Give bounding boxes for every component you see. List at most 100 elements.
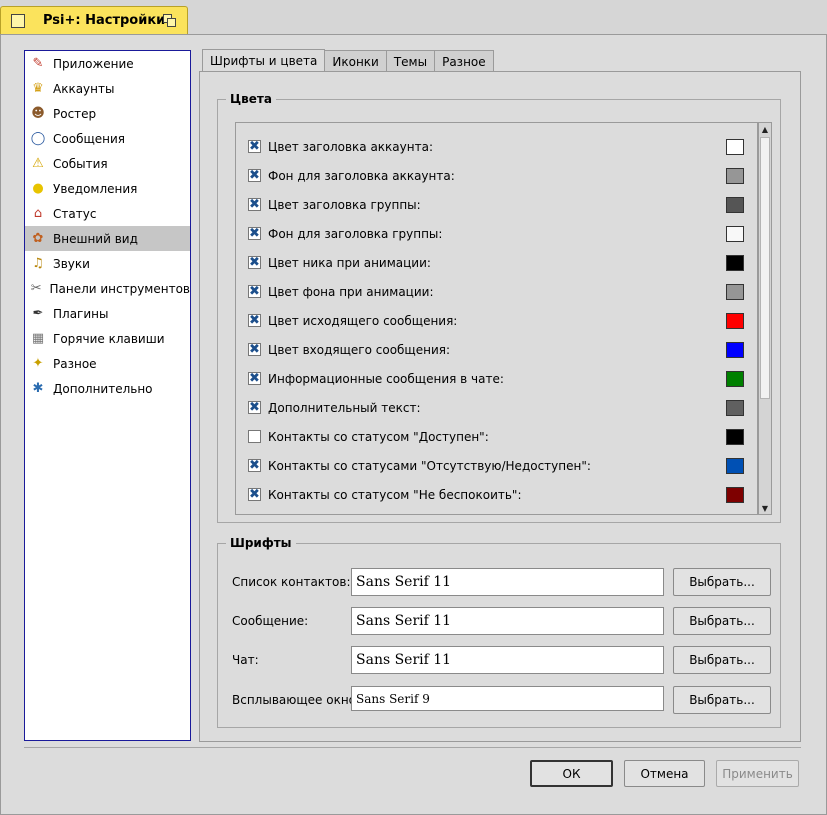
sidebar-item[interactable]: ♛ Аккаунты <box>25 76 190 101</box>
warning-icon: ⚠ <box>32 156 44 171</box>
color-swatch-button[interactable] <box>726 254 744 271</box>
color-settings-list: ✖ Цвет заголовка аккаунта: ✖ Фон для заголо… <box>235 122 758 515</box>
font-value-field[interactable]: Sans Serif 11 <box>351 646 664 674</box>
sidebar-item-label: Уведомления <box>53 181 138 196</box>
sidebar-item[interactable]: ● Уведомления <box>25 176 190 201</box>
sidebar-item-label: Панели инструментов <box>49 281 190 296</box>
color-swatch-button[interactable] <box>726 167 744 184</box>
keyboard-icon: ▦ <box>31 331 45 346</box>
color-list-scrollbar[interactable]: ▲ ▼ <box>758 122 772 515</box>
color-enable-checkbox[interactable]: ✖ <box>248 343 261 356</box>
choose-font-button[interactable]: Выбрать... <box>673 607 771 635</box>
cancel-button[interactable]: Отмена <box>624 760 705 787</box>
font-value-field[interactable]: Sans Serif 11 <box>351 607 664 635</box>
color-setting-label: Контакты со статусами "Отсутствую/Недост… <box>268 458 591 473</box>
color-swatch-button[interactable] <box>726 428 744 445</box>
sidebar-item-label: Звуки <box>53 256 90 271</box>
color-swatch-button[interactable] <box>726 225 744 242</box>
shield-icon: ✦ <box>32 356 44 371</box>
color-setting-label: Цвет заголовка аккаунта: <box>268 139 433 154</box>
color-setting-row: ✖ Контакты со статусами "Отсутствую/Недос… <box>236 451 757 480</box>
scroll-down-icon[interactable]: ▼ <box>759 502 771 514</box>
sidebar-item[interactable]: ✿ Внешний вид <box>25 226 190 251</box>
color-swatch-button[interactable] <box>726 138 744 155</box>
lightbulb-icon: ● <box>32 181 44 196</box>
sidebar-item-label: Плагины <box>53 306 109 321</box>
tab[interactable]: Шрифты и цвета <box>202 49 326 72</box>
color-enable-checkbox[interactable]: ✖ <box>248 401 261 414</box>
separator <box>24 747 801 748</box>
palette-icon: ✿ <box>32 231 44 246</box>
sidebar-item[interactable]: ◯ Сообщения <box>25 126 190 151</box>
sidebar-item[interactable]: ⌂ Статус <box>25 201 190 226</box>
accounts-icon: ♛ <box>32 81 44 96</box>
color-enable-checkbox[interactable]: ✖ <box>248 488 261 501</box>
color-enable-checkbox[interactable]: ✖ <box>248 169 261 182</box>
ok-button[interactable]: ОК <box>530 760 613 787</box>
tab[interactable]: Иконки <box>324 50 387 72</box>
sidebar-item-label: Ростер <box>53 106 97 121</box>
sidebar-item[interactable]: ✎ Приложение <box>25 51 190 76</box>
color-setting-row: ✖ Цвет ника при анимации: <box>236 248 757 277</box>
color-setting-label: Фон для заголовка группы: <box>268 226 443 241</box>
toolbar-icon: ✂ <box>30 281 42 296</box>
color-setting-label: Цвет фона при анимации: <box>268 284 434 299</box>
color-swatch-button[interactable] <box>726 341 744 358</box>
sidebar-item[interactable]: ☻ Ростер <box>25 101 190 126</box>
sidebar-item-label: Горячие клавиши <box>53 331 165 346</box>
font-value-field[interactable]: Sans Serif 9 <box>351 686 664 711</box>
sidebar-item-label: Статус <box>53 206 97 221</box>
color-setting-label: Дополнительный текст: <box>268 400 421 415</box>
color-enable-checkbox[interactable]: ✖ <box>248 285 261 298</box>
sidebar-item[interactable]: ⚠ События <box>25 151 190 176</box>
color-setting-row: ✖ Цвет входящего сообщения: <box>236 335 757 364</box>
color-enable-checkbox[interactable]: ✖ <box>248 140 261 153</box>
window-title-tab[interactable]: Psi+: Настройки <box>0 6 188 34</box>
color-swatch-button[interactable] <box>726 283 744 300</box>
color-swatch-button[interactable] <box>726 196 744 213</box>
maximize-icon[interactable] <box>163 14 177 28</box>
font-label: Список контактов: <box>232 575 351 589</box>
colors-group-title: Цвета <box>226 92 276 106</box>
color-setting-label: Цвет входящего сообщения: <box>268 342 451 357</box>
tab[interactable]: Темы <box>385 50 436 72</box>
color-setting-row: ✖ Цвет исходящего сообщения: <box>236 306 757 335</box>
sidebar-item-label: Внешний вид <box>53 231 138 246</box>
font-label: Сообщение: <box>232 614 309 628</box>
tab[interactable]: Разное <box>434 50 494 72</box>
font-row: Всплывающее окно: <box>232 693 360 707</box>
color-setting-label: Контакты со статусом "Доступен": <box>268 429 489 444</box>
sidebar-item[interactable]: ✂ Панели инструментов <box>25 276 190 301</box>
sidebar-item[interactable]: ✦ Разное <box>25 351 190 376</box>
window-menu-icon[interactable] <box>11 13 25 28</box>
font-value-field[interactable]: Sans Serif 11 <box>351 568 664 596</box>
status-icon: ⌂ <box>33 206 43 221</box>
font-row: Список контактов: <box>232 575 351 589</box>
color-swatch-button[interactable] <box>726 370 744 387</box>
color-enable-checkbox[interactable]: ✖ <box>248 314 261 327</box>
color-enable-checkbox[interactable]: ✖ <box>248 372 261 385</box>
color-setting-label: Информационные сообщения в чате: <box>268 371 504 386</box>
color-enable-checkbox[interactable]: ✖ <box>248 459 261 472</box>
color-enable-checkbox[interactable]: ✖ <box>248 198 261 211</box>
apply-button[interactable]: Применить <box>716 760 799 787</box>
sidebar-item[interactable]: ♫ Звуки <box>25 251 190 276</box>
choose-font-button[interactable]: Выбрать... <box>673 686 771 714</box>
sidebar-item[interactable]: ✒ Плагины <box>25 301 190 326</box>
color-enable-checkbox[interactable]: ✖ <box>248 256 261 269</box>
choose-font-button[interactable]: Выбрать... <box>673 646 771 674</box>
color-setting-label: Контакты со статусом "Не беспокоить": <box>268 487 522 502</box>
sidebar-item[interactable]: ▦ Горячие клавиши <box>25 326 190 351</box>
color-swatch-button[interactable] <box>726 457 744 474</box>
color-swatch-button[interactable] <box>726 486 744 503</box>
scrollbar-thumb[interactable] <box>760 137 770 399</box>
color-swatch-button[interactable] <box>726 399 744 416</box>
color-enable-checkbox[interactable] <box>248 430 261 443</box>
sidebar-item-label: Аккаунты <box>53 81 115 96</box>
choose-font-button[interactable]: Выбрать... <box>673 568 771 596</box>
color-enable-checkbox[interactable]: ✖ <box>248 227 261 240</box>
scroll-up-icon[interactable]: ▲ <box>759 123 771 135</box>
color-swatch-button[interactable] <box>726 312 744 329</box>
window-title: Psi+: Настройки <box>43 13 166 28</box>
sidebar-item[interactable]: ✱ Дополнительно <box>25 376 190 401</box>
